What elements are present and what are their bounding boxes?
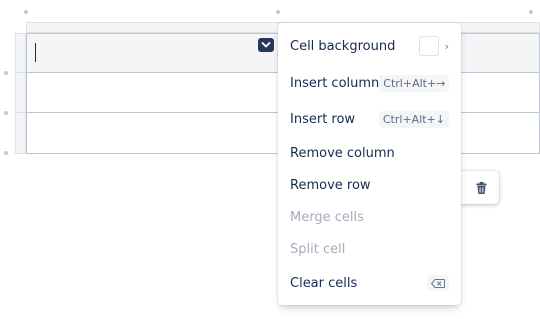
- keyboard-shortcut: Ctrl+Alt+→: [379, 74, 450, 92]
- table-floating-toolbar: [455, 171, 499, 204]
- menu-item-label: Remove row: [290, 177, 371, 193]
- row-insert-dot[interactable]: [4, 151, 8, 155]
- table-cell[interactable]: [26, 72, 279, 113]
- menu-item-cell-background[interactable]: Cell background ›: [278, 31, 461, 61]
- row-handle[interactable]: [15, 72, 26, 113]
- menu-item-label: Cell background: [290, 38, 396, 54]
- column-insert-dot[interactable]: [529, 10, 533, 14]
- row-handle[interactable]: [15, 112, 26, 154]
- menu-item-remove-row[interactable]: Remove row: [278, 170, 461, 200]
- menu-item-split-cell[interactable]: Split cell: [278, 234, 461, 264]
- menu-item-remove-column[interactable]: Remove column: [278, 138, 461, 168]
- column-insert-dot[interactable]: [276, 10, 280, 14]
- backspace-icon: [431, 278, 445, 288]
- cell-context-menu: Cell background › Insert column Ctrl+Alt…: [278, 23, 461, 305]
- menu-item-merge-cells[interactable]: Merge cells: [278, 202, 461, 232]
- keyboard-shortcut: Ctrl+Alt+↓: [378, 110, 449, 128]
- menu-item-label: Clear cells: [290, 275, 358, 291]
- chevron-right-icon: ›: [444, 39, 449, 53]
- column-insert-dot[interactable]: [24, 10, 28, 14]
- color-swatch: [418, 36, 439, 56]
- row-handle[interactable]: [15, 33, 26, 73]
- menu-item-insert-column[interactable]: Insert column Ctrl+Alt+→: [278, 68, 461, 98]
- column-handle[interactable]: [26, 22, 279, 33]
- cell-options-button[interactable]: [258, 38, 274, 52]
- backspace-key-badge: [427, 275, 449, 291]
- trash-icon[interactable]: [476, 181, 487, 194]
- chevron-down-icon: [261, 42, 271, 48]
- menu-item-label: Split cell: [290, 241, 346, 257]
- menu-item-label: Insert column: [290, 75, 380, 91]
- menu-item-label: Insert row: [290, 111, 356, 127]
- menu-item-clear-cells[interactable]: Clear cells: [278, 268, 461, 298]
- menu-item-label: Merge cells: [290, 209, 364, 225]
- menu-item-insert-row[interactable]: Insert row Ctrl+Alt+↓: [278, 104, 461, 134]
- row-insert-dot[interactable]: [4, 111, 8, 115]
- row-insert-dot[interactable]: [4, 71, 8, 75]
- text-cursor: [35, 43, 36, 62]
- table-cell[interactable]: [26, 112, 279, 154]
- menu-item-label: Remove column: [290, 145, 395, 161]
- table-header-cell[interactable]: [26, 33, 279, 73]
